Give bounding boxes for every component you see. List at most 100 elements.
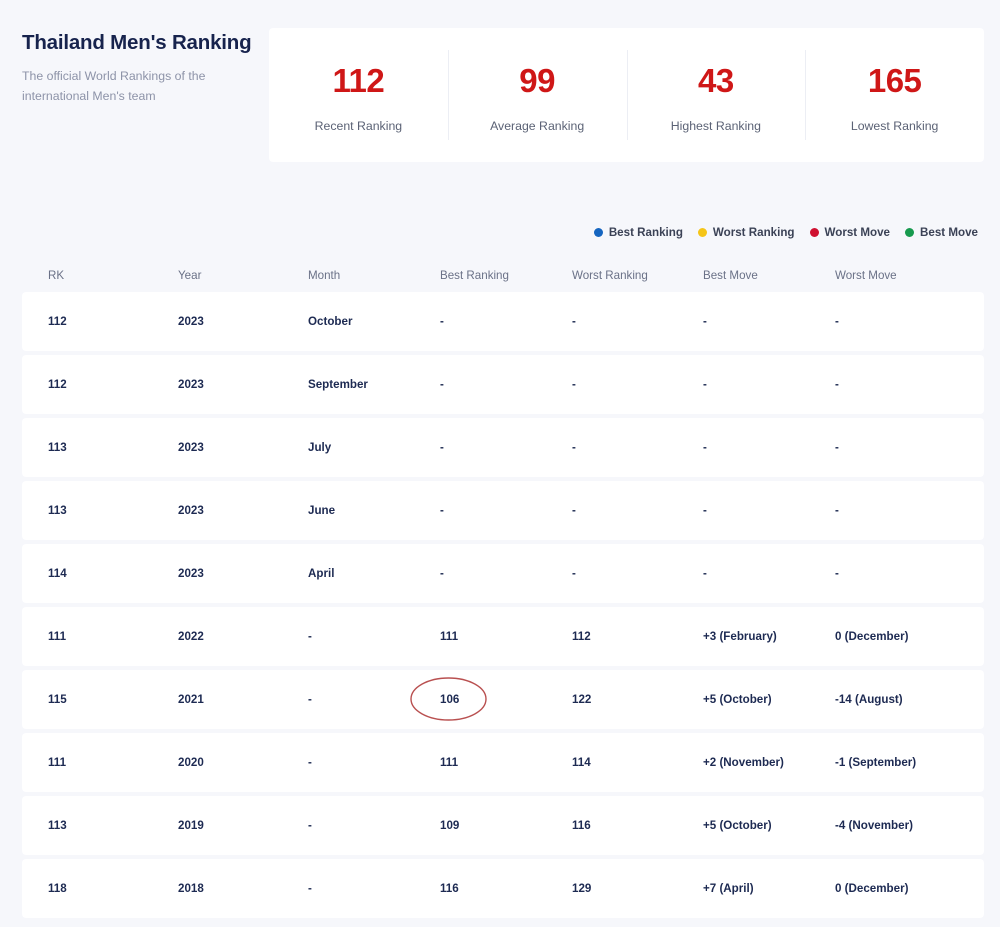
stat-label: Average Ranking <box>490 119 584 133</box>
column-header-worst-ranking[interactable]: Worst Ranking <box>572 269 703 282</box>
stat-label: Recent Ranking <box>315 119 403 133</box>
cell-rk: 113 <box>48 504 178 517</box>
title-block: Thailand Men's Ranking The official Worl… <box>22 30 252 107</box>
cell-month: June <box>308 504 440 517</box>
stat-value: 165 <box>868 64 922 97</box>
table-row[interactable]: 111 2022 - 111 112 +3 (February) 0 (Dece… <box>22 607 984 666</box>
cell-rk: 112 <box>48 315 178 328</box>
column-header-rk[interactable]: RK <box>48 269 178 282</box>
legend-label: Best Ranking <box>609 226 683 239</box>
cell-worst-ranking: - <box>572 567 703 580</box>
column-header-year[interactable]: Year <box>178 269 308 282</box>
cell-best-move: - <box>703 315 835 328</box>
cell-worst-move: - <box>835 567 975 580</box>
page-subtitle: The official World Rankings of the inter… <box>22 67 252 107</box>
cell-best-move: - <box>703 567 835 580</box>
column-header-best-ranking[interactable]: Best Ranking <box>440 269 572 282</box>
cell-year: 2020 <box>178 756 308 769</box>
cell-rk: 111 <box>48 756 178 769</box>
column-header-month[interactable]: Month <box>308 269 440 282</box>
cell-worst-ranking: 129 <box>572 882 703 895</box>
stat-lowest-ranking: 165 Lowest Ranking <box>805 28 984 162</box>
cell-rk: 113 <box>48 819 178 832</box>
legend-label: Worst Move <box>825 226 891 239</box>
cell-worst-move: - <box>835 378 975 391</box>
cell-year: 2023 <box>178 315 308 328</box>
stats-summary-card: 112 Recent Ranking 99 Average Ranking 43… <box>269 28 984 162</box>
table-row[interactable]: 111 2020 - 111 114 +2 (November) -1 (Sep… <box>22 733 984 792</box>
cell-year: 2021 <box>178 693 308 706</box>
stat-value: 43 <box>698 64 734 97</box>
legend-dot-icon <box>905 228 914 237</box>
legend-dot-icon <box>698 228 707 237</box>
chart-legend: Best Ranking Worst Ranking Worst Move Be… <box>594 224 978 240</box>
table-row[interactable]: 113 2023 July - - - - <box>22 418 984 477</box>
table-row[interactable]: 118 2018 - 116 129 +7 (April) 0 (Decembe… <box>22 859 984 918</box>
cell-year: 2023 <box>178 504 308 517</box>
cell-worst-move: -14 (August) <box>835 693 975 706</box>
page-header: Thailand Men's Ranking The official Worl… <box>0 0 1000 180</box>
cell-best-ranking: - <box>440 315 572 328</box>
cell-worst-move: -1 (September) <box>835 756 975 769</box>
cell-best-ranking: 111 <box>440 756 572 769</box>
table-row[interactable]: 112 2023 October - - - - <box>22 292 984 351</box>
cell-worst-ranking: - <box>572 504 703 517</box>
cell-best-move: - <box>703 441 835 454</box>
stat-average-ranking: 99 Average Ranking <box>448 28 627 162</box>
cell-worst-move: - <box>835 315 975 328</box>
cell-rk: 113 <box>48 441 178 454</box>
cell-month: - <box>308 819 440 832</box>
cell-best-move: - <box>703 378 835 391</box>
ranking-page: Thailand Men's Ranking The official Worl… <box>0 0 1000 927</box>
legend-item-best-ranking[interactable]: Best Ranking <box>594 226 683 239</box>
table-row[interactable]: 114 2023 April - - - - <box>22 544 984 603</box>
legend-label: Worst Ranking <box>713 226 795 239</box>
cell-worst-move: 0 (December) <box>835 630 975 643</box>
column-header-best-move[interactable]: Best Move <box>703 269 835 282</box>
cell-worst-ranking: - <box>572 378 703 391</box>
table-row[interactable]: 115 2021 - 106 122 +5 (October) -14 (Aug… <box>22 670 984 729</box>
cell-month: October <box>308 315 440 328</box>
cell-best-ranking: 109 <box>440 819 572 832</box>
cell-year: 2022 <box>178 630 308 643</box>
table-row[interactable]: 112 2023 September - - - - <box>22 355 984 414</box>
stat-recent-ranking: 112 Recent Ranking <box>269 28 448 162</box>
cell-rk: 112 <box>48 378 178 391</box>
table-row[interactable]: 113 2023 June - - - - <box>22 481 984 540</box>
cell-month: September <box>308 378 440 391</box>
legend-item-worst-ranking[interactable]: Worst Ranking <box>698 226 795 239</box>
legend-dot-icon <box>594 228 603 237</box>
cell-best-move: +2 (November) <box>703 756 835 769</box>
cell-rk: 118 <box>48 882 178 895</box>
cell-year: 2018 <box>178 882 308 895</box>
table-header-row: RK Year Month Best Ranking Worst Ranking… <box>22 258 984 292</box>
cell-best-move: +3 (February) <box>703 630 835 643</box>
cell-best-move: +5 (October) <box>703 819 835 832</box>
cell-year: 2019 <box>178 819 308 832</box>
page-title: Thailand Men's Ranking <box>22 30 252 56</box>
cell-month: - <box>308 630 440 643</box>
cell-month: - <box>308 693 440 706</box>
cell-month: - <box>308 882 440 895</box>
legend-dot-icon <box>810 228 819 237</box>
stat-highest-ranking: 43 Highest Ranking <box>627 28 806 162</box>
cell-best-move: +5 (October) <box>703 693 835 706</box>
rankings-table: RK Year Month Best Ranking Worst Ranking… <box>22 258 984 922</box>
cell-best-ranking: - <box>440 504 572 517</box>
stat-label: Highest Ranking <box>671 119 761 133</box>
cell-best-ranking: - <box>440 441 572 454</box>
stat-value: 99 <box>519 64 555 97</box>
legend-item-best-move[interactable]: Best Move <box>905 226 978 239</box>
cell-month: July <box>308 441 440 454</box>
cell-year: 2023 <box>178 441 308 454</box>
cell-month: April <box>308 567 440 580</box>
stat-label: Lowest Ranking <box>851 119 939 133</box>
cell-best-ranking: 116 <box>440 882 572 895</box>
table-row[interactable]: 113 2019 - 109 116 +5 (October) -4 (Nove… <box>22 796 984 855</box>
cell-year: 2023 <box>178 567 308 580</box>
cell-best-move: - <box>703 504 835 517</box>
column-header-worst-move[interactable]: Worst Move <box>835 269 975 282</box>
cell-best-ranking: - <box>440 378 572 391</box>
cell-rk: 115 <box>48 693 178 706</box>
legend-item-worst-move[interactable]: Worst Move <box>810 226 891 239</box>
